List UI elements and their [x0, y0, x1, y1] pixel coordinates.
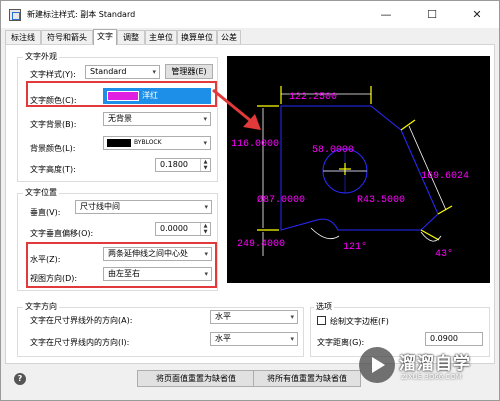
- tab-alternate-units[interactable]: 换算单位: [177, 30, 217, 44]
- help-icon[interactable]: ?: [14, 373, 26, 385]
- highlight-horizontal-view: [26, 242, 217, 288]
- vertical-offset-label: 文字垂直偏移(O):: [30, 229, 94, 238]
- inside-direction-value: 水平: [215, 334, 231, 343]
- text-fill-select[interactable]: 无背景 ▾: [103, 112, 211, 126]
- bg-color-select[interactable]: BYBLOCK ▾: [103, 136, 211, 150]
- highlight-text-color: [26, 81, 217, 107]
- text-fill-value: 无背景: [108, 114, 132, 123]
- outside-direction-value: 水平: [215, 312, 231, 321]
- minimize-button[interactable]: —: [364, 1, 408, 28]
- window-title: 新建标注样式: 副本 Standard: [27, 10, 136, 19]
- watermark: 溜溜自学 ZIXUE.3D66.COM: [359, 341, 500, 401]
- watermark-sub: ZIXUE.3D66.COM: [401, 373, 462, 381]
- tab-tolerances[interactable]: 公差: [217, 30, 241, 44]
- dim-top: 122.2500: [289, 92, 337, 103]
- title-bar: 新建标注样式: 副本 Standard — ☐ ✕: [1, 1, 499, 28]
- tab-fit[interactable]: 调整: [117, 30, 145, 44]
- text-style-value: Standard: [90, 67, 127, 76]
- text-height-spinner[interactable]: 0.1800 ▲ ▼: [155, 158, 211, 172]
- watermark-text: 溜溜自学: [399, 354, 471, 374]
- text-distance-label: 文字距离(G):: [317, 338, 365, 347]
- dim-diameter: Ø87.0000: [257, 194, 305, 206]
- chevron-down-icon: ▾: [290, 335, 294, 343]
- text-style-manager-button[interactable]: 管理器(E): [165, 64, 213, 79]
- tab-symbols-arrows[interactable]: 符号和箭头: [41, 30, 93, 44]
- text-height-value: 0.1800: [160, 160, 188, 169]
- text-appearance-heading: 文字外观: [23, 51, 59, 62]
- tab-dim-lines[interactable]: 标注线: [5, 30, 41, 44]
- dim-bottom: 249.4000: [237, 239, 285, 250]
- dim-right: 169.6024: [421, 171, 469, 182]
- draw-frame-label: 绘制文字边框(F): [330, 317, 389, 326]
- chevron-down-icon: ▾: [152, 68, 156, 76]
- text-style-label: 文字样式(Y):: [30, 70, 76, 79]
- chevron-down-icon: ▾: [290, 313, 294, 321]
- vertical-offset-spinner[interactable]: 0.0000 ▲ ▼: [155, 222, 211, 236]
- vertical-offset-value: 0.0000: [160, 224, 188, 233]
- part-outline: [280, 105, 439, 231]
- dim-center: 58.0000: [312, 145, 354, 156]
- outside-direction-select[interactable]: 水平 ▾: [210, 310, 298, 324]
- outside-direction-label: 文字在尺寸界线外的方向(A):: [30, 316, 133, 325]
- dim-radius: R43.5000: [357, 195, 405, 206]
- app-icon: [9, 9, 21, 21]
- text-placement-heading: 文字位置: [23, 187, 59, 198]
- bg-color-label: 背景颜色(L):: [30, 144, 76, 153]
- chevron-down-icon: ▾: [203, 139, 207, 147]
- bg-color-value: BYBLOCK: [134, 139, 162, 146]
- text-style-select[interactable]: Standard ▾: [85, 65, 160, 79]
- reset-page-button[interactable]: 将页面值重置为缺省值: [137, 370, 255, 387]
- text-direction-heading: 文字方向: [23, 301, 59, 312]
- inside-direction-label: 文字在尺寸界线内的方向(I):: [30, 338, 130, 347]
- tab-text[interactable]: 文字: [93, 29, 117, 45]
- inside-direction-select[interactable]: 水平 ▾: [210, 332, 298, 346]
- chevron-down-icon: ▾: [203, 115, 207, 123]
- dimension-style-dialog: 新建标注样式: 副本 Standard — ☐ ✕ 标注线 符号和箭头 文字 调…: [0, 0, 500, 401]
- dim-angle-1: 121°: [343, 241, 367, 253]
- bg-color-swatch: [107, 139, 131, 147]
- chevron-down-icon: ▾: [204, 203, 208, 211]
- maximize-button[interactable]: ☐: [410, 1, 454, 28]
- text-height-label: 文字高度(T):: [30, 165, 76, 174]
- tab-primary-units[interactable]: 主单位: [145, 30, 177, 44]
- vertical-label: 垂直(V):: [30, 208, 61, 217]
- options-heading: 选项: [314, 301, 334, 312]
- close-button[interactable]: ✕: [455, 1, 499, 28]
- spinner-arrows-icon: ▲ ▼: [200, 159, 210, 171]
- dim-left: 116.0000: [231, 139, 279, 150]
- text-fill-label: 文字背景(B):: [30, 120, 77, 129]
- reset-all-button[interactable]: 将所有值重置为缺省值: [253, 370, 361, 387]
- vertical-select[interactable]: 尺寸线中间 ▾: [75, 200, 212, 214]
- red-arrow-icon: [212, 88, 261, 130]
- vertical-value: 尺寸线中间: [80, 202, 120, 211]
- draw-frame-checkbox[interactable]: [317, 316, 326, 325]
- dim-angle-2: 43°: [435, 248, 453, 260]
- play-logo-icon: [359, 347, 395, 383]
- spinner-arrows-icon: ▲ ▼: [200, 223, 210, 235]
